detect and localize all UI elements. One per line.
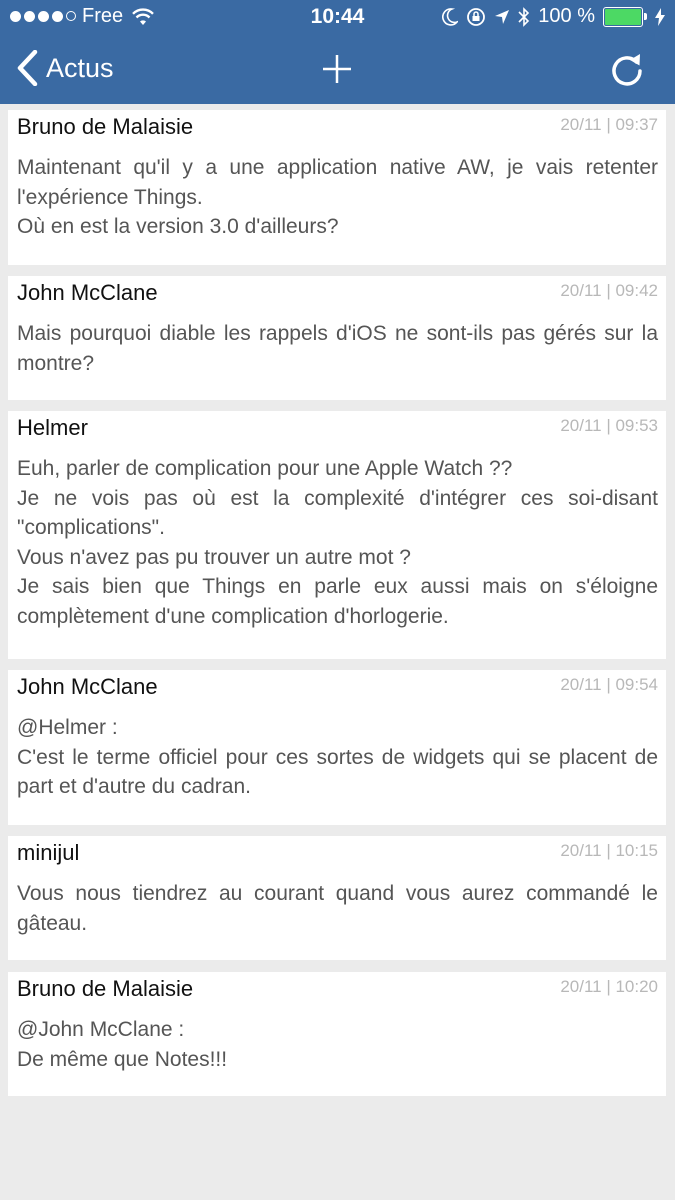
status-icons: 100 %	[442, 5, 665, 28]
comment-card: John McClane 20/11 | 09:54 @Helmer : C'e…	[8, 670, 666, 825]
comment-author: Bruno de Malaisie	[17, 114, 194, 139]
comment-body: @Helmer : C'est le terme officiel pour c…	[17, 716, 658, 798]
back-button[interactable]: Actus	[16, 50, 114, 86]
moon-icon	[442, 7, 459, 26]
comment-body: Mais pourquoi diable les rappels d'iOS n…	[17, 322, 658, 375]
top-bar: Free 10:44 100 % Actus	[0, 0, 675, 104]
comment-time: 20/11 | 10:20	[560, 977, 658, 996]
comment-body: Maintenant qu'il y a une application nat…	[17, 156, 658, 238]
comment-author: minijul	[17, 840, 80, 865]
comment-time: 20/11 | 09:37	[560, 115, 658, 134]
refresh-button[interactable]	[609, 51, 645, 92]
charging-icon	[655, 7, 665, 26]
battery-icon	[603, 6, 647, 27]
comment-body: @John McClane : De même que Notes!!!	[17, 1018, 228, 1071]
comment-card: Helmer 20/11 | 09:53 Euh, parler de comp…	[8, 411, 666, 659]
comment-card: Bruno de Malaisie 20/11 | 10:20 @John Mc…	[8, 972, 666, 1096]
refresh-icon	[612, 54, 642, 86]
comment-author: John McClane	[17, 280, 158, 305]
status-bar: Free 10:44 100 %	[0, 0, 675, 34]
comment-time: 20/11 | 09:53	[560, 416, 658, 435]
comment-time: 20/11 | 09:42	[560, 281, 658, 300]
plus-icon	[323, 55, 351, 83]
comment-card: minijul 20/11 | 10:15 Vous nous tiendrez…	[8, 836, 666, 960]
comment-author: Helmer	[17, 415, 88, 440]
add-button[interactable]	[321, 53, 353, 90]
back-label: Actus	[46, 52, 114, 83]
rotation-lock-icon	[467, 7, 486, 26]
location-icon	[495, 9, 510, 24]
comment-card: John McClane 20/11 | 09:42 Mais pourquoi…	[8, 276, 666, 400]
comment-time: 20/11 | 10:15	[560, 841, 658, 860]
battery-percent: 100 %	[538, 5, 595, 27]
comment-time: 20/11 | 09:54	[560, 675, 658, 694]
comment-body: Euh, parler de complication pour une App…	[17, 457, 658, 628]
bluetooth-icon	[518, 6, 530, 27]
comment-author: John McClane	[17, 674, 158, 699]
chevron-left-icon	[17, 50, 38, 86]
navigation-bar: Actus	[0, 34, 675, 104]
comment-card: Bruno de Malaisie 20/11 | 09:37 Maintena…	[8, 110, 666, 265]
comment-body: Vous nous tiendrez au courant quand vous…	[17, 882, 658, 935]
comment-author: Bruno de Malaisie	[17, 976, 194, 1001]
